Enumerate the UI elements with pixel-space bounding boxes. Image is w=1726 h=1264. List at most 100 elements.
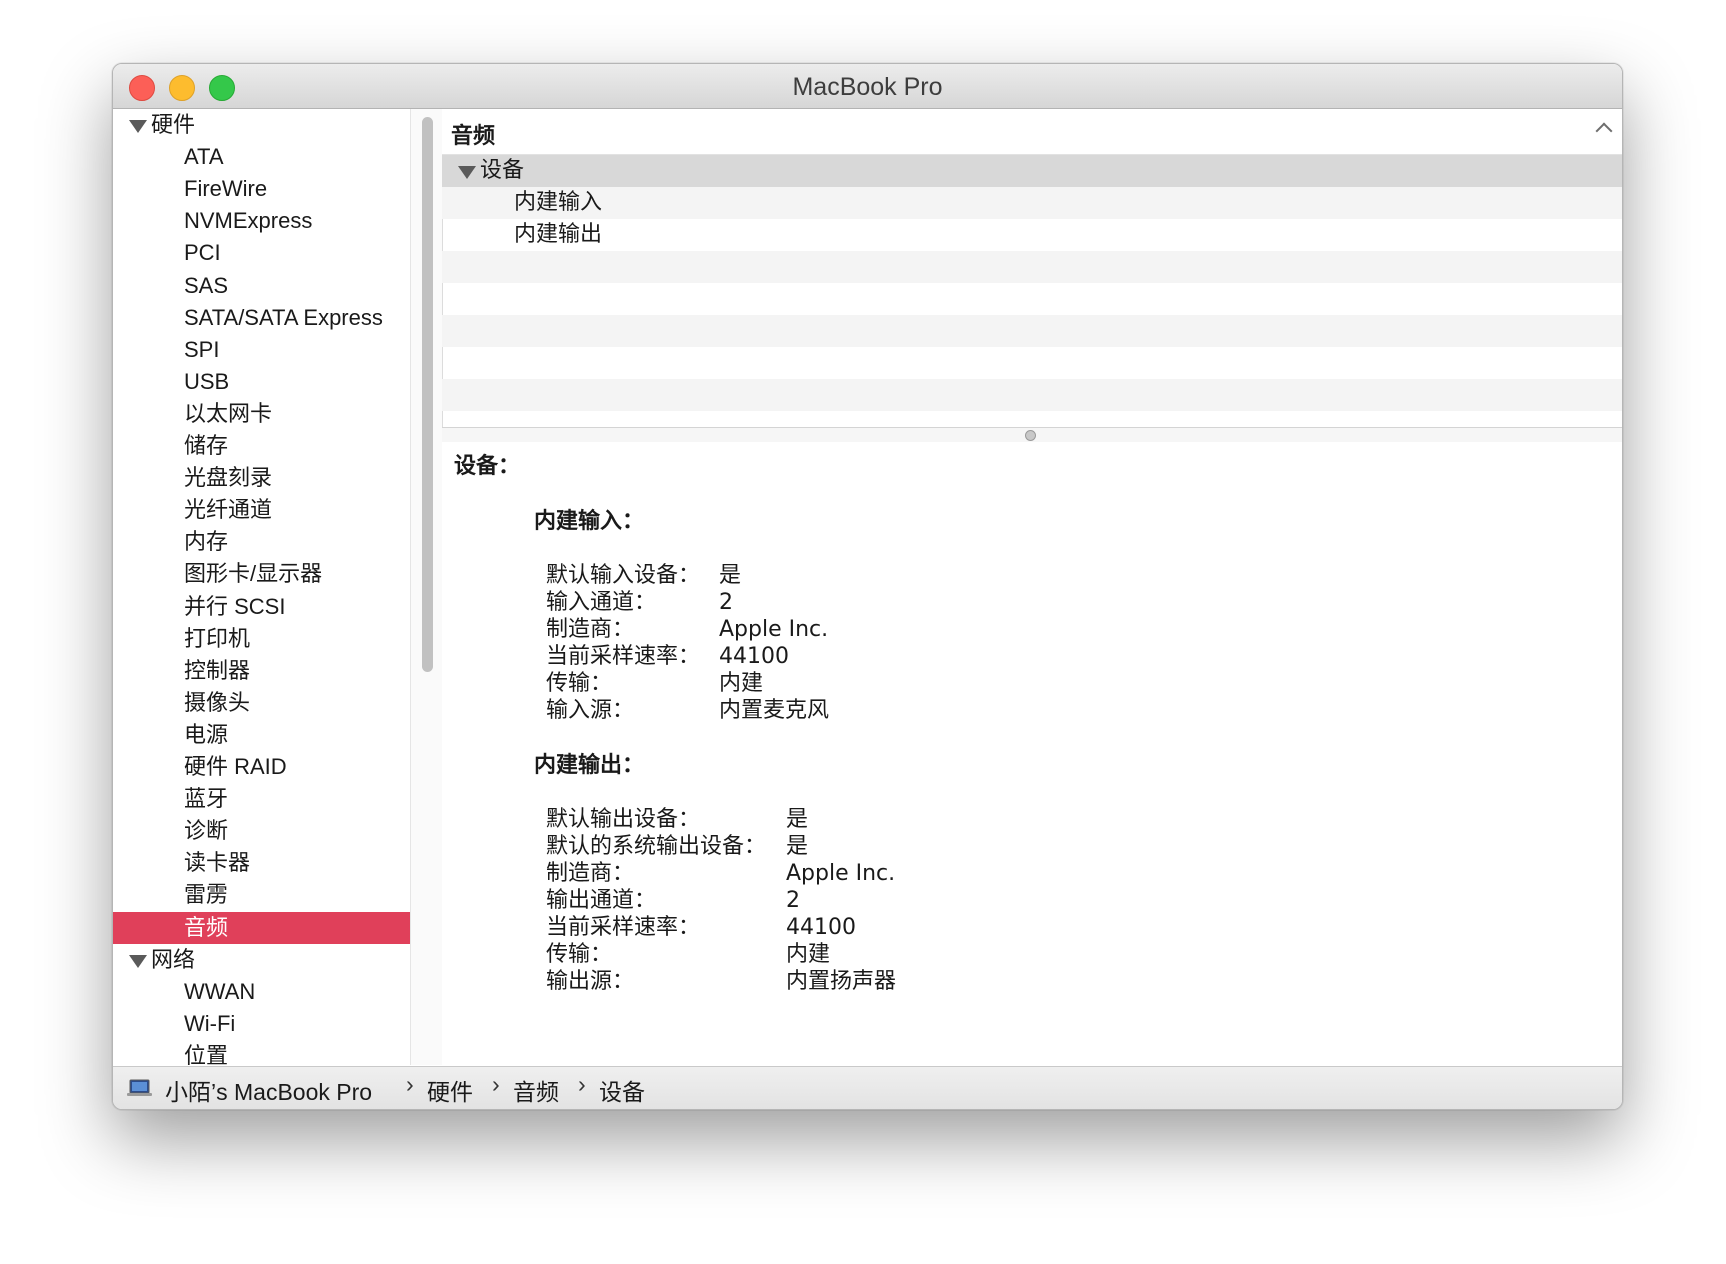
- sidebar-item-label: 光纤通道: [184, 497, 273, 522]
- sidebar-item[interactable]: USB: [113, 366, 410, 398]
- detail-key: 输入源：: [546, 698, 635, 723]
- sidebar-item[interactable]: FireWire: [113, 173, 410, 205]
- path-separator-icon: ›: [492, 1071, 500, 1097]
- sidebar-item[interactable]: 光盘刻录: [113, 462, 410, 494]
- detail-key: 传输：: [546, 671, 613, 696]
- list-item-label: 内建输出: [514, 222, 603, 247]
- sidebar-item-label: 内存: [184, 529, 229, 554]
- detail-value: 是: [786, 807, 809, 832]
- sidebar-item[interactable]: 诊断: [113, 815, 410, 847]
- list-item-label: 内建输入: [514, 190, 603, 215]
- detail-key: 当前采样速率：: [546, 915, 701, 940]
- sidebar-item[interactable]: 内存: [113, 526, 410, 558]
- sidebar-item[interactable]: 电源: [113, 719, 410, 751]
- sidebar-item[interactable]: 控制器: [113, 655, 410, 687]
- sidebar-item[interactable]: 位置: [113, 1040, 410, 1065]
- sidebar-item[interactable]: 蓝牙: [113, 783, 410, 815]
- detail-key: 制造商：: [546, 861, 635, 886]
- detail-key: 传输：: [546, 942, 613, 967]
- path-separator-icon: ›: [406, 1071, 414, 1097]
- sidebar-scrollbar[interactable]: [410, 109, 443, 1065]
- sidebar-item-label: 打印机: [184, 626, 251, 651]
- list-group-label: 设备: [480, 158, 525, 183]
- list-item[interactable]: 内建输出: [442, 219, 1622, 251]
- detail-key: 输出通道：: [546, 888, 657, 913]
- sidebar: 硬件 ATA FireWire NVMExpress PCI SAS SATA/SATA E…: [113, 109, 410, 1065]
- sidebar-category-label: 网络: [151, 947, 196, 972]
- sidebar-item-label: Wi-Fi: [184, 1011, 236, 1036]
- sidebar-item[interactable]: 硬件 RAID: [113, 751, 410, 783]
- sidebar-item[interactable]: 雷雳: [113, 879, 410, 911]
- sidebar-item-label: NVMExpress: [184, 208, 313, 233]
- disclosure-triangle-icon[interactable]: [458, 166, 476, 179]
- pane-splitter[interactable]: [442, 427, 1622, 443]
- content-area: 音频 设备 内建输入 内建输出 设备： 内建输入： 默认输入设备： 是 输入通道…: [442, 109, 1622, 1065]
- sidebar-item[interactable]: WWAN: [113, 976, 410, 1008]
- sidebar-item[interactable]: SPI: [113, 334, 410, 366]
- detail-key: 输出源：: [546, 969, 635, 994]
- empty-list-row: [442, 283, 1622, 315]
- sidebar-item-label: SPI: [184, 337, 220, 362]
- path-item-devices[interactable]: 设备: [599, 1073, 645, 1107]
- sidebar-item[interactable]: PCI: [113, 237, 410, 269]
- sidebar-item[interactable]: SAS: [113, 270, 410, 302]
- section-title-input: 内建输入：: [534, 509, 645, 534]
- sidebar-item[interactable]: SATA/SATA Express: [113, 302, 410, 334]
- sidebar-item[interactable]: 读卡器: [113, 847, 410, 879]
- sidebar-item-label: 摄像头: [184, 690, 251, 715]
- path-item-computer[interactable]: 小陌’s MacBook Pro: [165, 1073, 372, 1107]
- sidebar-item-label: 位置: [184, 1043, 229, 1065]
- detail-value: 2: [786, 888, 800, 913]
- sidebar-category[interactable]: 网络: [113, 944, 410, 976]
- disclosure-triangle-icon[interactable]: [129, 120, 147, 133]
- detail-value: 内置麦克风: [719, 698, 830, 723]
- sidebar-item[interactable]: 以太网卡: [113, 398, 410, 430]
- detail-key: 默认输出设备：: [546, 807, 701, 832]
- sidebar-item-label: 读卡器: [184, 850, 251, 875]
- sidebar-item-label: 储存: [184, 433, 229, 458]
- sidebar-item[interactable]: 光纤通道: [113, 494, 410, 526]
- window-title: MacBook Pro: [792, 73, 943, 101]
- sidebar-category[interactable]: 硬件: [113, 109, 410, 141]
- sidebar-item-label: SAS: [184, 273, 229, 298]
- sidebar-item[interactable]: ATA: [113, 141, 410, 173]
- sidebar-scrollbar-thumb[interactable]: [422, 117, 433, 672]
- detail-value: 内置扬声器: [786, 969, 897, 994]
- sidebar-item-label: 诊断: [184, 818, 229, 843]
- sidebar-item-label: 音频: [184, 915, 229, 940]
- sidebar-item[interactable]: 并行 SCSI: [113, 591, 410, 623]
- sidebar-item[interactable]: 打印机: [113, 623, 410, 655]
- sidebar-item[interactable]: 摄像头: [113, 687, 410, 719]
- detail-value: 内建: [719, 671, 764, 696]
- sidebar-item-label: FireWire: [184, 176, 268, 201]
- sidebar-item-label: 控制器: [184, 658, 251, 683]
- detail-value: Apple Inc.: [719, 617, 829, 642]
- sidebar-item[interactable]: Wi-Fi: [113, 1008, 410, 1040]
- empty-list-row: [442, 379, 1622, 411]
- sidebar-item-label: ATA: [184, 144, 224, 169]
- sidebar-item-label: 图形卡/显示器: [184, 561, 323, 586]
- sidebar-item-label: USB: [184, 369, 230, 394]
- empty-list-row: [442, 251, 1622, 283]
- detail-pane: 设备： 内建输入： 默认输入设备： 是 输入通道： 2 制造商： Apple I…: [442, 442, 1622, 1065]
- sidebar-item[interactable]: 音频: [113, 912, 410, 944]
- list-column-header[interactable]: 音频: [442, 109, 1622, 155]
- detail-value: 内建: [786, 942, 831, 967]
- list-group-row[interactable]: 设备: [442, 155, 1622, 187]
- system-information-window: MacBook Pro 硬件 ATA FireWire NVMExpress PCI SA…: [112, 63, 1623, 1110]
- disclosure-triangle-icon[interactable]: [129, 955, 147, 968]
- path-item-hardware[interactable]: 硬件: [427, 1073, 473, 1107]
- detail-value: 44100: [719, 644, 789, 669]
- list-column-header-label: 音频: [451, 124, 496, 149]
- path-item-audio[interactable]: 音频: [513, 1073, 559, 1107]
- laptop-icon: [127, 1079, 152, 1096]
- empty-list-row: [442, 315, 1622, 347]
- sidebar-item[interactable]: NVMExpress: [113, 205, 410, 237]
- sort-chevron-up-icon[interactable]: [1595, 122, 1613, 140]
- sidebar-item[interactable]: 图形卡/显示器: [113, 558, 410, 590]
- splitter-handle-icon[interactable]: [1025, 430, 1036, 441]
- sidebar-item[interactable]: 储存: [113, 430, 410, 462]
- list-item[interactable]: 内建输入: [442, 187, 1622, 219]
- section-title-output: 内建输出：: [534, 753, 645, 778]
- sidebar-item-label: 蓝牙: [184, 786, 229, 811]
